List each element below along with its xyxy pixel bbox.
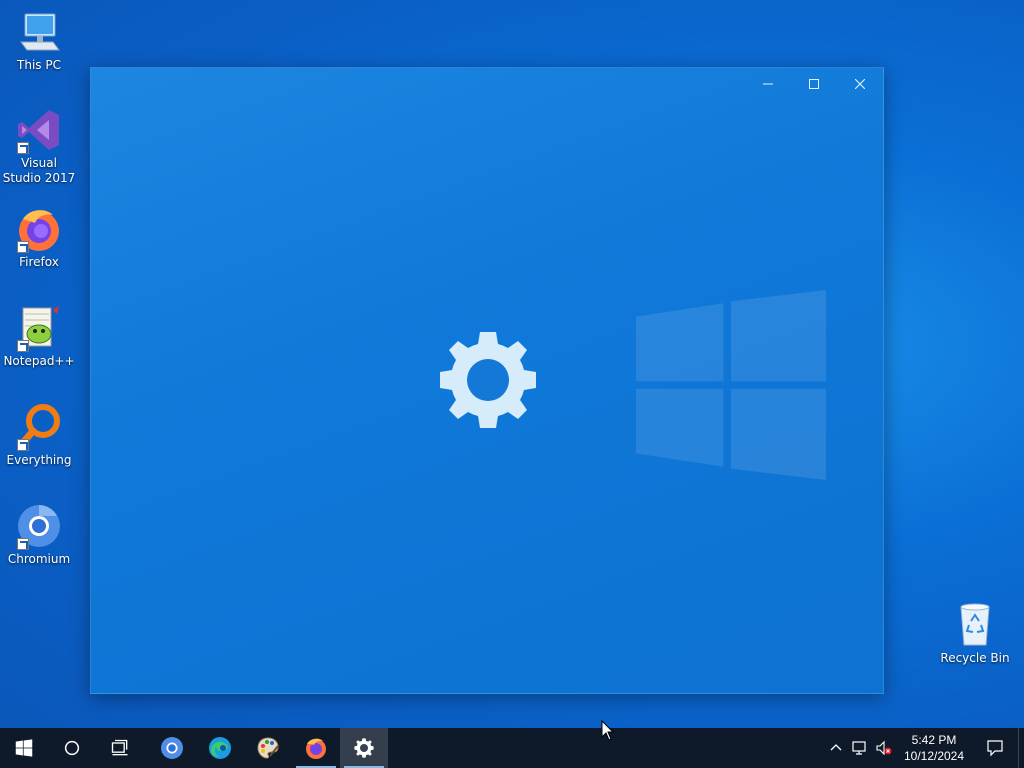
gear-icon <box>440 332 536 428</box>
desktop-icon-label: Notepad++ <box>3 354 75 368</box>
desktop-icon-notepadpp[interactable]: Notepad++ <box>1 304 77 369</box>
clock-date: 10/12/2024 <box>903 749 965 763</box>
edge-icon <box>209 737 231 759</box>
desktop-icon-firefox[interactable]: Firefox <box>1 205 77 270</box>
taskbar: 5:42 PM 10/12/2024 <box>0 728 1024 768</box>
settings-window[interactable] <box>90 67 884 694</box>
desktop-icon-everything[interactable]: Everything <box>1 403 77 468</box>
clock-time: 5:42 PM <box>911 733 957 747</box>
windows-logo-watermark <box>636 290 826 480</box>
shortcut-arrow-icon <box>17 340 29 352</box>
chromium-icon <box>15 502 63 550</box>
notepadpp-icon <box>15 304 63 352</box>
maximize-button[interactable] <box>791 68 837 100</box>
shortcut-arrow-icon <box>17 439 29 451</box>
cortana-circle-icon <box>64 740 80 756</box>
system-tray: 5:42 PM 10/12/2024 <box>824 728 1024 768</box>
clock[interactable]: 5:42 PM 10/12/2024 <box>896 732 972 764</box>
search-button[interactable] <box>48 728 96 768</box>
desktop-icon-recycle-bin[interactable]: Recycle Bin <box>937 601 1013 666</box>
taskbar-paint[interactable] <box>244 728 292 768</box>
desktop-icon-label: Chromium <box>7 552 71 566</box>
windows-logo-icon <box>15 739 33 757</box>
action-center-button[interactable] <box>972 728 1018 768</box>
everything-search-icon <box>15 403 63 451</box>
taskbar-firefox[interactable] <box>292 728 340 768</box>
firefox-icon <box>15 205 63 253</box>
desktop-icon-label: Recycle Bin <box>940 651 1010 665</box>
show-desktop-button[interactable] <box>1018 728 1024 768</box>
desktop-icon-this-pc[interactable]: This PC <box>1 8 77 73</box>
firefox-icon <box>306 738 326 759</box>
task-view-icon <box>111 739 128 756</box>
desktop-icon-chromium[interactable]: Chromium <box>1 502 77 567</box>
close-icon <box>855 79 865 89</box>
minimize-button[interactable] <box>745 68 791 100</box>
chevron-up-icon <box>830 744 842 751</box>
desktop-icon-label: Firefox <box>19 255 59 269</box>
shortcut-arrow-icon <box>17 142 29 154</box>
network-button[interactable] <box>848 728 872 768</box>
network-icon <box>852 741 866 755</box>
recycle-bin-icon <box>951 601 999 649</box>
maximize-icon <box>809 79 819 89</box>
volume-button[interactable] <box>872 728 896 768</box>
desktop-icon-visual-studio[interactable]: Visual Studio 2017 <box>1 106 77 186</box>
taskbar-edge[interactable] <box>196 728 244 768</box>
taskbar-chromium[interactable] <box>148 728 196 768</box>
desktop-icon-label: Everything <box>6 453 72 467</box>
mouse-cursor-icon <box>601 720 615 741</box>
close-button[interactable] <box>837 68 883 100</box>
shortcut-arrow-icon <box>17 538 29 550</box>
minimize-icon <box>763 83 773 85</box>
gear-icon <box>354 738 374 758</box>
shortcut-arrow-icon <box>17 241 29 253</box>
taskbar-settings[interactable] <box>340 728 388 768</box>
window-controls <box>745 68 883 100</box>
volume-muted-icon <box>876 740 892 756</box>
paint-palette-icon <box>257 737 279 759</box>
desktop-icon-label: This PC <box>17 58 61 72</box>
show-hidden-icons-button[interactable] <box>824 728 848 768</box>
notification-icon <box>987 740 1003 757</box>
start-button[interactable] <box>0 728 48 768</box>
visual-studio-icon <box>15 106 63 154</box>
chromium-icon <box>161 737 183 759</box>
task-view-button[interactable] <box>96 728 144 768</box>
computer-icon <box>15 8 63 56</box>
desktop-icon-label: Visual Studio 2017 <box>2 156 76 185</box>
